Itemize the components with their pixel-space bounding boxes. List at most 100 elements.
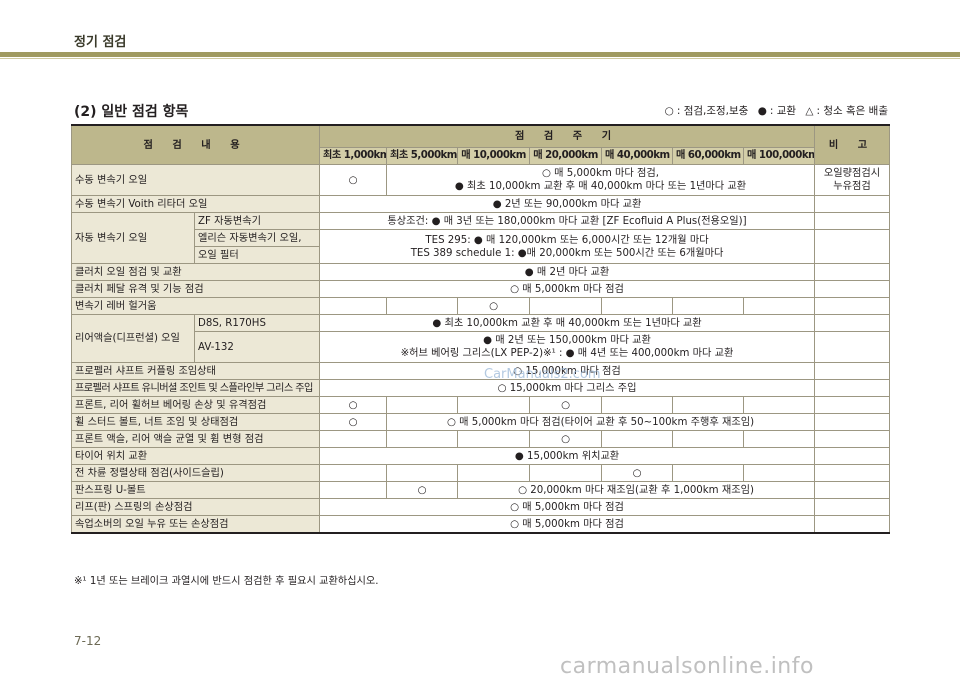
table-row: AV-132 ● 매 2년 또는 150,000km 마다 교환 ※허브 베어링… bbox=[72, 331, 891, 363]
period-cell: ○ 20,000km 마다 재조임(교환 후 1,000km 재조임) bbox=[457, 481, 816, 499]
period-cell: ○ 매 5,000km 마다 점검, ● 최초 10,000km 교환 후 매 … bbox=[386, 164, 816, 196]
watermark-bottom: carmanualsonline.info bbox=[560, 654, 814, 679]
column-header: 매 60,000km bbox=[672, 146, 745, 166]
note-cell bbox=[814, 195, 891, 213]
mark-cell bbox=[672, 396, 745, 414]
period-line: ● 최초 10,000km 교환 후 매 40,000km 마다 또는 1년마다… bbox=[454, 181, 747, 192]
note-line: 누유점검 bbox=[833, 181, 871, 192]
mark-cell bbox=[601, 297, 674, 315]
section-title: (2) 일반 점검 항목 bbox=[74, 104, 189, 120]
note-cell bbox=[814, 447, 891, 465]
item-cell: 프론트, 리어 휠허브 베어링 손상 및 유격점검 bbox=[70, 396, 321, 414]
mark-cell: ○ bbox=[319, 396, 388, 414]
item-cell: 리어액슬(디프런셜) 오일 bbox=[71, 314, 195, 363]
table-row: 전 차륜 정렬상태 점검(사이드슬립) ○ bbox=[70, 464, 891, 482]
sub-item-cell: AV-132 bbox=[193, 331, 321, 363]
mark-cell bbox=[601, 396, 674, 414]
mark-cell bbox=[743, 464, 816, 482]
item-cell: 리프(판) 스프링의 손상점검 bbox=[70, 498, 321, 516]
item-cell: 타이어 위치 교환 bbox=[70, 447, 321, 465]
mark-cell bbox=[319, 481, 388, 499]
table-row: 클러치 페달 유격 및 기능 점검 ○ 매 5,000km 마다 점검 bbox=[70, 280, 891, 298]
sub-item-cell: 오일 필터 bbox=[193, 246, 321, 264]
mark-cell: ○ bbox=[529, 396, 603, 414]
period-cell: 통상조건: ● 매 3년 또는 180,000km 마다 교환 [ZF Ecof… bbox=[319, 212, 816, 230]
table-row: 수동 변속기 Voith 리타더 오일 ● 2년 또는 90,000km 마다 … bbox=[70, 195, 891, 213]
mark-cell bbox=[601, 430, 674, 448]
note-cell bbox=[814, 396, 891, 414]
item-cell: 판스프링 U-볼트 bbox=[70, 481, 321, 499]
item-cell: 수동 변속기 오일 bbox=[70, 164, 321, 196]
mark-cell bbox=[672, 297, 745, 315]
item-cell: 프론트 액슬, 리어 액슬 균열 및 휨 변형 점검 bbox=[70, 430, 321, 448]
period-line: TES 295: ● 매 120,000km 또는 6,000시간 또는 12개… bbox=[425, 234, 709, 246]
period-cell: ○ 매 5,000km 마다 점검 bbox=[319, 280, 816, 298]
inspection-table: 점 검 내 용 점 검 주 기 비 고 최초 1,000km 최초 5,000k… bbox=[70, 124, 891, 534]
period-cell: ● 매 2년 또는 150,000km 마다 교환 ※허브 베어링 그리스(LX… bbox=[319, 331, 816, 363]
legend: ○: 점검,조정,보충 ●: 교환 △: 청소 혹은 배출 bbox=[659, 103, 888, 118]
item-cell: 수동 변속기 Voith 리타더 오일 bbox=[70, 195, 321, 213]
note-cell bbox=[814, 297, 891, 315]
note-cell bbox=[814, 413, 891, 431]
item-cell: 클러치 오일 점검 및 교환 bbox=[70, 263, 321, 281]
mark-cell bbox=[386, 430, 459, 448]
sub-item-cell: ZF 자동변속기 bbox=[193, 212, 321, 230]
column-header: 매 20,000km bbox=[529, 146, 603, 166]
table-row: 판스프링 U-볼트 ○ ○ 20,000km 마다 재조임(교환 후 1,000… bbox=[70, 481, 891, 499]
mark-cell bbox=[743, 430, 816, 448]
item-cell: 변속기 레버 헐거움 bbox=[70, 297, 321, 315]
note-cell bbox=[814, 430, 891, 448]
note-cell bbox=[814, 498, 891, 516]
period-line: TES 389 schedule 1: ●매 20,000km 또는 500시간… bbox=[410, 247, 724, 259]
mark-cell bbox=[672, 430, 745, 448]
legend-open-text: : 점검,조정,보충 bbox=[676, 105, 749, 117]
triangle-icon: △ bbox=[805, 105, 814, 117]
table-row: 프론트 액슬, 리어 액슬 균열 및 휨 변형 점검 ○ bbox=[70, 430, 891, 448]
table-row: 프론트, 리어 휠허브 베어링 손상 및 유격점검 ○ ○ bbox=[70, 396, 891, 414]
note-cell bbox=[814, 481, 891, 499]
note-cell bbox=[814, 229, 891, 264]
item-cell: 프로펠러 샤프트 유니버셜 조인트 및 스플라인부 그리스 주입 bbox=[70, 379, 321, 397]
table-row: 프로펠러 샤프트 유니버셜 조인트 및 스플라인부 그리스 주입 ○ 15,00… bbox=[70, 379, 891, 397]
item-cell: 자동 변속기 오일 bbox=[71, 212, 195, 264]
period-line: ※허브 베어링 그리스(LX PEP-2)※¹ : ● 매 4년 또는 400,… bbox=[400, 348, 734, 359]
sub-item-cell: D8S, R170HS bbox=[193, 314, 321, 332]
mark-cell bbox=[386, 464, 459, 482]
note-cell: 오일량점검시 누유점검 bbox=[814, 164, 891, 196]
note-cell bbox=[814, 331, 891, 363]
note-cell bbox=[814, 263, 891, 281]
page-number: 7-12 bbox=[74, 634, 102, 648]
header-note: 비 고 bbox=[814, 124, 891, 165]
table-row: 속업소버의 오일 누유 또는 손상점검 ○ 매 5,000km 마다 점검 bbox=[70, 515, 891, 534]
note-cell bbox=[814, 464, 891, 482]
period-cell: ○ 매 5,000km 마다 점검 bbox=[319, 498, 816, 516]
mark-cell bbox=[386, 297, 459, 315]
note-cell bbox=[814, 515, 891, 534]
header-divider bbox=[0, 58, 960, 59]
mark-cell bbox=[457, 396, 531, 414]
item-cell: 휠 스터드 볼트, 너트 조임 및 상태점검 bbox=[70, 413, 321, 431]
note-cell bbox=[814, 212, 891, 230]
period-line: ● 매 2년 또는 150,000km 마다 교환 bbox=[483, 335, 651, 346]
mark-cell bbox=[319, 464, 388, 482]
mark-cell: ○ bbox=[319, 164, 388, 196]
mark-cell bbox=[457, 430, 531, 448]
item-cell: 속업소버의 오일 누유 또는 손상점검 bbox=[70, 515, 321, 534]
header-period: 점 검 주 기 bbox=[319, 124, 816, 148]
table-row: 수동 변속기 오일 ○ ○ 매 5,000km 마다 점검, ● 최초 10,0… bbox=[70, 164, 891, 196]
mark-cell bbox=[319, 430, 388, 448]
header-title: 정기 점검 bbox=[74, 35, 127, 50]
column-header: 최초 5,000km bbox=[386, 146, 459, 166]
header-bar bbox=[0, 52, 960, 57]
legend-triangle-text: : 청소 혹은 배출 bbox=[816, 105, 888, 117]
mark-cell bbox=[319, 297, 388, 315]
mark-cell: ○ bbox=[529, 430, 603, 448]
mark-cell bbox=[529, 297, 603, 315]
period-cell: TES 295: ● 매 120,000km 또는 6,000시간 또는 12개… bbox=[319, 229, 816, 264]
table-row: 변속기 레버 헐거움 ○ bbox=[70, 297, 891, 315]
table-row: 자동 변속기 오일 ZF 자동변속기 통상조건: ● 매 3년 또는 180,0… bbox=[71, 212, 891, 264]
legend-filled-text: : 교환 bbox=[769, 105, 797, 117]
table-row: 리프(판) 스프링의 손상점검 ○ 매 5,000km 마다 점검 bbox=[70, 498, 891, 516]
mark-cell: ○ bbox=[601, 464, 674, 482]
period-cell: ○ 15,000km 마다 점검 bbox=[319, 362, 816, 380]
